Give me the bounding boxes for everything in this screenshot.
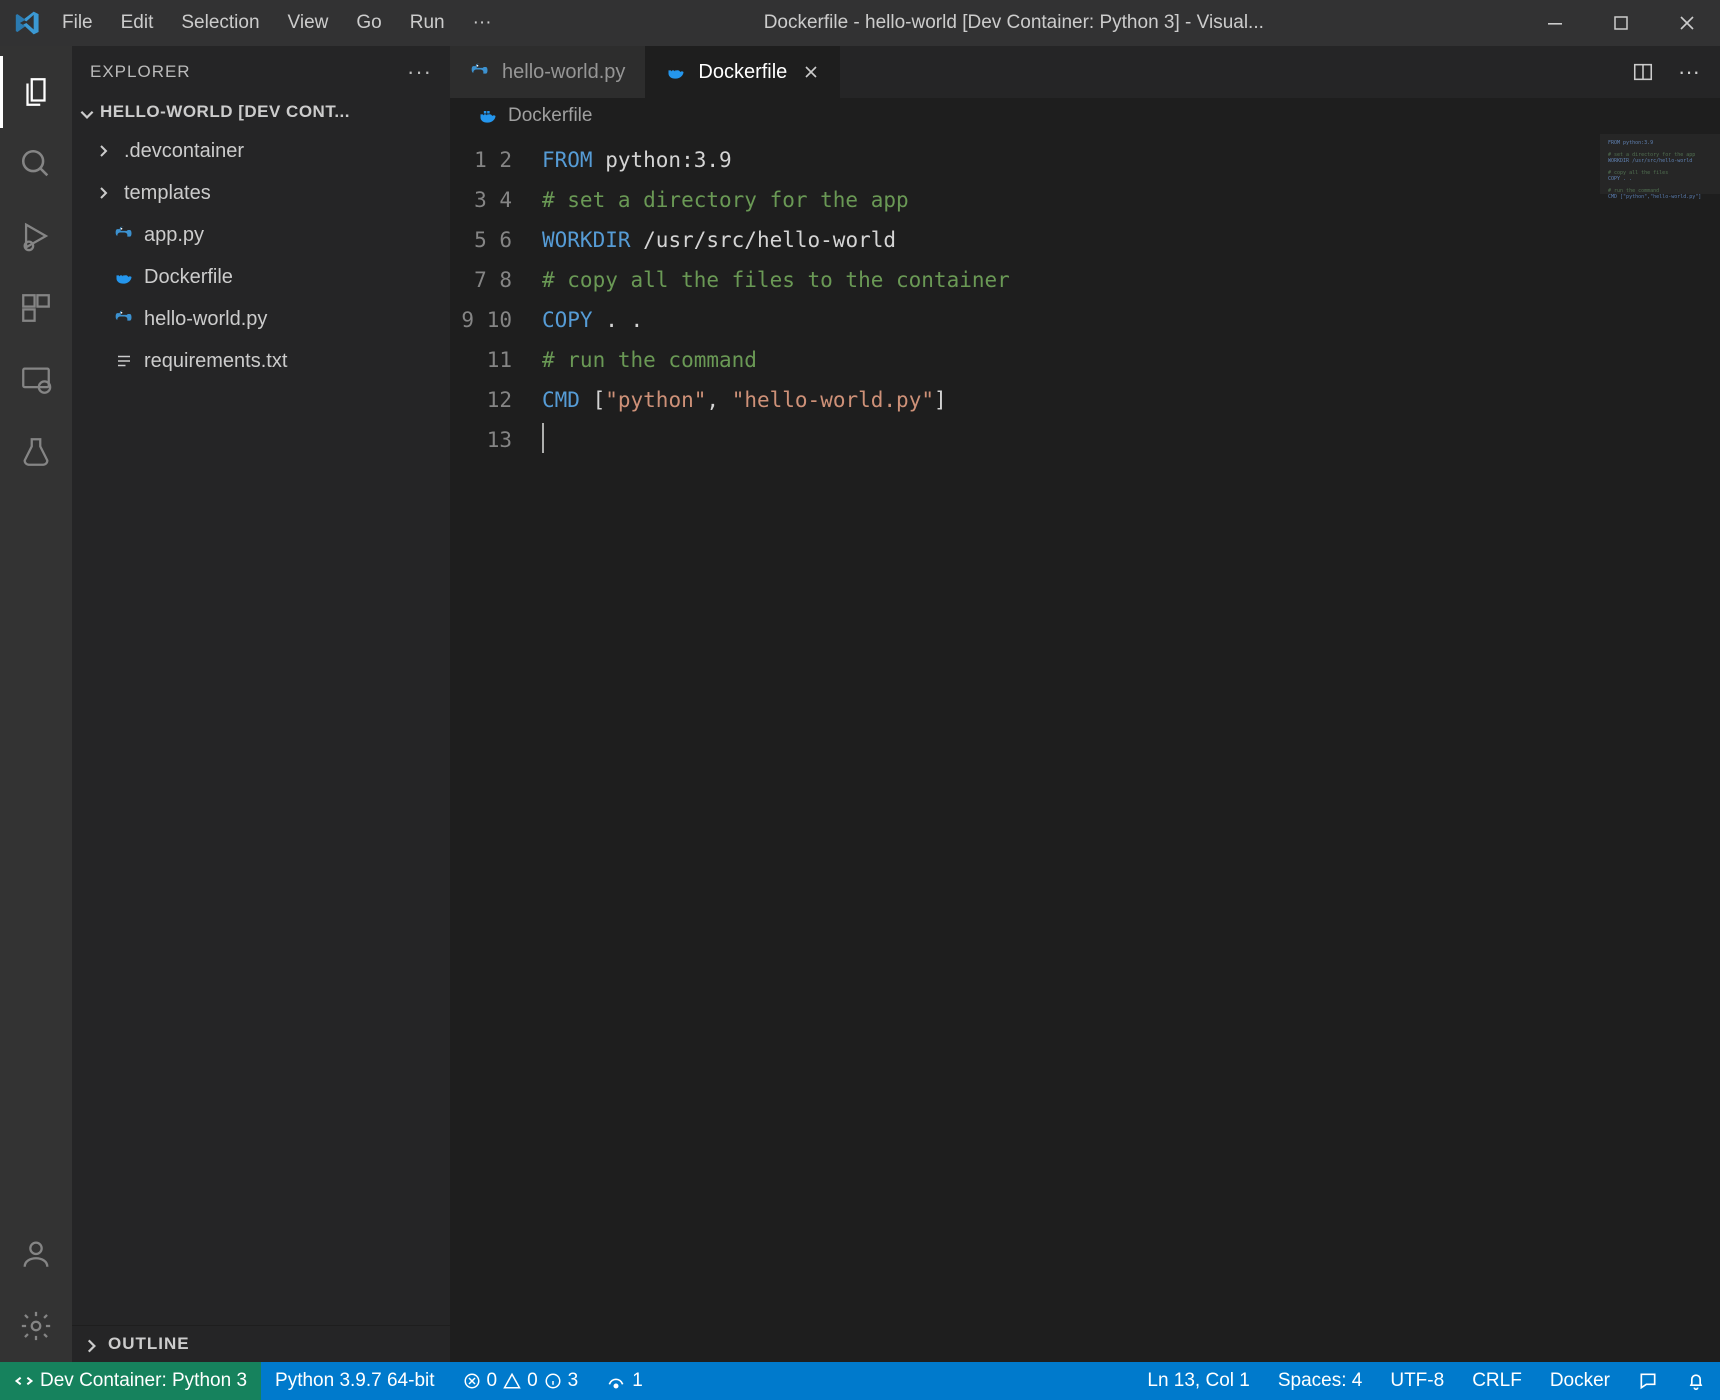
status-bar: Dev Container: Python 3 Python 3.9.7 64-…	[0, 1362, 1720, 1400]
status-feedback-icon[interactable]	[1624, 1362, 1672, 1400]
editor-group: hello-world.pyDockerfile ··· Dockerfile …	[450, 46, 1720, 1362]
close-button[interactable]	[1654, 0, 1720, 46]
main: EXPLORER ··· HELLO-WORLD [DEV CONT... .d…	[0, 46, 1720, 1362]
lines-icon	[112, 352, 136, 370]
activity-settings-icon[interactable]	[0, 1290, 72, 1362]
python-icon	[470, 62, 492, 82]
docker-icon	[112, 267, 136, 287]
status-remote[interactable]: Dev Container: Python 3	[0, 1362, 261, 1400]
activity-bar	[0, 46, 72, 1362]
menu-run[interactable]: Run	[396, 0, 459, 46]
explorer-folder-name: HELLO-WORLD [DEV CONT...	[100, 102, 350, 122]
tab-label: hello-world.py	[502, 61, 625, 84]
file-label: hello-world.py	[144, 308, 267, 331]
code-area[interactable]: FROM python:3.9# set a directory for the…	[532, 134, 1600, 1362]
activity-testing-icon[interactable]	[0, 416, 72, 488]
line-gutter: 1 2 3 4 5 6 7 8 9 10 11 12 13	[450, 134, 532, 1362]
editor-more-icon[interactable]: ···	[1678, 59, 1700, 85]
outline-section[interactable]: OUTLINE	[82, 1334, 440, 1354]
status-bell-icon[interactable]	[1672, 1362, 1720, 1400]
python-icon	[112, 225, 136, 245]
file-requirements-txt[interactable]: requirements.txt	[72, 340, 450, 382]
activity-accounts-icon[interactable]	[0, 1218, 72, 1290]
explorer-title: EXPLORER	[90, 62, 191, 82]
file-label: .devcontainer	[124, 140, 244, 163]
status-cursor[interactable]: Ln 13, Col 1	[1133, 1362, 1263, 1400]
tab-dockerfile[interactable]: Dockerfile	[646, 46, 840, 98]
status-problems[interactable]: 0 0 3	[449, 1362, 593, 1400]
window-controls	[1522, 0, 1720, 46]
editor-tabs: hello-world.py Dockerfile ···	[450, 46, 1720, 98]
tab-close-icon[interactable]	[797, 64, 819, 80]
status-language[interactable]: Docker	[1536, 1362, 1624, 1400]
docker-icon	[666, 62, 688, 82]
status-ports-count: 1	[632, 1370, 643, 1392]
menu-moremoremore[interactable]: ···	[459, 0, 506, 46]
activity-remote-explorer-icon[interactable]	[0, 344, 72, 416]
activity-run-debug-icon[interactable]	[0, 200, 72, 272]
file-label: Dockerfile	[144, 266, 233, 289]
docker-icon	[478, 106, 498, 126]
explorer-folder-header[interactable]: HELLO-WORLD [DEV CONT...	[72, 98, 450, 126]
activity-search-icon[interactable]	[0, 128, 72, 200]
chevron-right-icon	[92, 185, 116, 201]
split-editor-icon[interactable]	[1632, 61, 1654, 83]
file-templates[interactable]: templates	[72, 172, 450, 214]
chevron-right-icon	[82, 1337, 100, 1355]
file-label: requirements.txt	[144, 350, 287, 373]
file-dockerfile[interactable]: Dockerfile	[72, 256, 450, 298]
activity-explorer-icon[interactable]	[0, 56, 72, 128]
menu-file[interactable]: File	[48, 0, 107, 46]
menu-edit[interactable]: Edit	[107, 0, 168, 46]
titlebar: FileEditSelectionViewGoRun··· Dockerfile…	[0, 0, 1720, 46]
minimap[interactable]: FROM python:3.9 # set a directory for th…	[1600, 134, 1720, 1362]
window-title: Dockerfile - hello-world [Dev Container:…	[506, 12, 1522, 34]
tab-hello-world-py[interactable]: hello-world.py	[450, 46, 646, 98]
file-tree: .devcontainer templates app.py Dockerfile he…	[72, 126, 450, 386]
breadcrumb[interactable]: Dockerfile	[450, 98, 1720, 134]
file-hello-world-py[interactable]: hello-world.py	[72, 298, 450, 340]
file-label: templates	[124, 182, 211, 205]
menubar: FileEditSelectionViewGoRun···	[48, 0, 506, 46]
editor-tab-actions: ···	[1612, 46, 1720, 98]
remote-icon	[14, 1371, 34, 1391]
python-icon	[112, 309, 136, 329]
chevron-right-icon	[92, 143, 116, 159]
status-info: 3	[568, 1370, 579, 1392]
file--devcontainer[interactable]: .devcontainer	[72, 130, 450, 172]
status-remote-label: Dev Container: Python 3	[40, 1370, 247, 1392]
status-encoding[interactable]: UTF-8	[1376, 1362, 1458, 1400]
minimap-slider[interactable]	[1600, 134, 1720, 194]
activity-extensions-icon[interactable]	[0, 272, 72, 344]
status-interpreter[interactable]: Python 3.9.7 64-bit	[261, 1362, 449, 1400]
code-editor[interactable]: 1 2 3 4 5 6 7 8 9 10 11 12 13 FROM pytho…	[450, 134, 1720, 1362]
outline-label: OUTLINE	[108, 1334, 190, 1354]
status-eol[interactable]: CRLF	[1458, 1362, 1536, 1400]
menu-view[interactable]: View	[274, 0, 343, 46]
status-errors: 0	[487, 1370, 498, 1392]
breadcrumb-label: Dockerfile	[508, 105, 592, 127]
status-ports[interactable]: 1	[592, 1362, 657, 1400]
file-app-py[interactable]: app.py	[72, 214, 450, 256]
vscode-logo-icon	[8, 10, 48, 36]
menu-go[interactable]: Go	[342, 0, 395, 46]
menu-selection[interactable]: Selection	[167, 0, 273, 46]
chevron-down-icon	[78, 105, 96, 123]
status-spaces[interactable]: Spaces: 4	[1264, 1362, 1377, 1400]
file-label: app.py	[144, 224, 204, 247]
minimize-button[interactable]	[1522, 0, 1588, 46]
tab-label: Dockerfile	[698, 61, 787, 84]
explorer-more-icon[interactable]: ···	[407, 59, 432, 85]
maximize-button[interactable]	[1588, 0, 1654, 46]
status-warnings: 0	[527, 1370, 538, 1392]
sidebar-explorer: EXPLORER ··· HELLO-WORLD [DEV CONT... .d…	[72, 46, 450, 1362]
